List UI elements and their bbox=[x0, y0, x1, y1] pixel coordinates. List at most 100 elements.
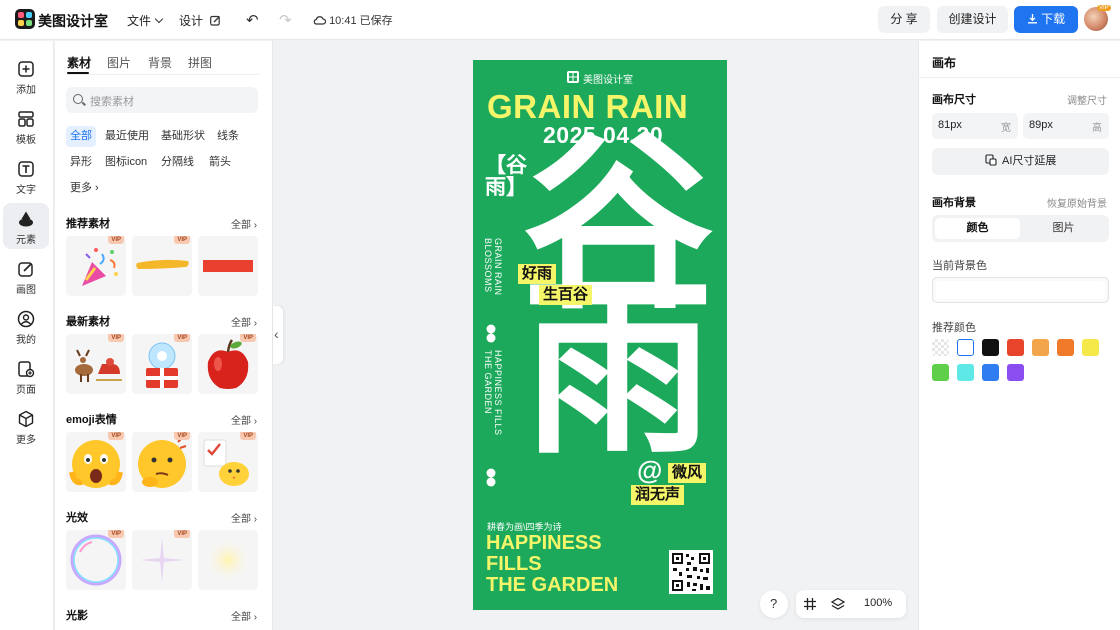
vip-badge: VIP bbox=[108, 530, 124, 538]
vip-badge: VIP bbox=[240, 334, 256, 342]
grid-icon[interactable] bbox=[803, 597, 817, 611]
save-status: 10:41 已保存 bbox=[313, 12, 393, 28]
undo-icon[interactable]: ↶ bbox=[246, 11, 259, 29]
vip-badge: VIP bbox=[108, 334, 124, 342]
tab-images[interactable]: 图片 bbox=[107, 54, 131, 71]
asset-shocked-emoji[interactable]: VIP bbox=[66, 432, 126, 492]
resize-link[interactable]: 调整尺寸 bbox=[1067, 92, 1107, 107]
asset-thinking-emoji[interactable]: VIP bbox=[132, 432, 192, 492]
asset-panel: 素材 图片 背景 拼图 搜索素材 全部 最近使用 基础形状 线条 异形 图标ic… bbox=[55, 41, 273, 630]
nav-more[interactable]: 更多 bbox=[3, 403, 49, 449]
recommend-colors-label: 推荐颜色 bbox=[932, 322, 976, 334]
bg-type-color[interactable]: 颜色 bbox=[935, 218, 1020, 239]
color-swatch[interactable] bbox=[957, 339, 974, 356]
section-all-link[interactable]: 全部 › bbox=[231, 510, 257, 525]
chip-lines[interactable]: 线条 bbox=[213, 126, 243, 147]
color-swatch[interactable] bbox=[982, 364, 999, 381]
tab-materials[interactable]: 素材 bbox=[67, 54, 91, 71]
asset-reindeer-sleigh[interactable]: VIP bbox=[66, 334, 126, 394]
poster-tag-grain: 生百谷 bbox=[539, 285, 593, 305]
section-title: emoji表情 bbox=[66, 414, 117, 426]
asset-snowglobe-gift[interactable]: VIP bbox=[132, 334, 192, 394]
search-input[interactable]: 搜索素材 bbox=[66, 87, 258, 113]
zoom-level[interactable]: 100% bbox=[864, 597, 892, 609]
asset-party-popper[interactable]: VIP bbox=[66, 236, 126, 296]
section-title: 光影 bbox=[66, 610, 88, 622]
help-button[interactable]: ? bbox=[760, 590, 788, 618]
asset-light-sparkle[interactable]: VIP bbox=[132, 530, 192, 590]
asset-yellow-brush[interactable]: VIP bbox=[132, 236, 192, 296]
nav-page[interactable]: 页面 bbox=[3, 353, 49, 399]
current-bg-swatch[interactable] bbox=[932, 277, 1109, 303]
current-bg-label: 当前背景色 bbox=[932, 260, 987, 272]
design-canvas[interactable]: 美图设计室 GRAIN RAIN 2025.04.20 【谷雨】 GRAIN R… bbox=[473, 60, 727, 610]
apple-icon bbox=[207, 339, 249, 389]
redo-icon[interactable]: ↷ bbox=[279, 11, 292, 29]
collapse-panel-button[interactable] bbox=[273, 306, 283, 364]
brush-stroke-icon bbox=[136, 259, 189, 269]
nav-add[interactable]: 添加 bbox=[3, 53, 49, 99]
section-all-link[interactable]: 全部 › bbox=[231, 608, 257, 623]
app-logo-icon[interactable] bbox=[15, 9, 35, 29]
search-icon bbox=[73, 94, 83, 104]
section-all-link[interactable]: 全部 › bbox=[231, 412, 257, 427]
color-swatch[interactable] bbox=[982, 339, 999, 356]
page-add-icon bbox=[18, 361, 35, 378]
chip-dividers[interactable]: 分隔线 bbox=[157, 152, 198, 173]
bubble-ring-icon bbox=[70, 534, 122, 586]
asset-checklist-chick[interactable]: VIP bbox=[198, 432, 258, 492]
color-swatch[interactable] bbox=[932, 339, 949, 356]
poster-at-symbol: @ bbox=[637, 455, 663, 485]
nav-text[interactable]: 文字 bbox=[3, 153, 49, 199]
chip-arrows[interactable]: 箭头 bbox=[205, 152, 235, 173]
chip-basic-shapes[interactable]: 基础形状 bbox=[157, 126, 209, 147]
share-button[interactable]: 分 享 bbox=[878, 6, 930, 33]
restore-bg-link[interactable]: 恢复原始背景 bbox=[1047, 195, 1107, 210]
tab-backgrounds[interactable]: 背景 bbox=[148, 54, 172, 71]
design-menu[interactable]: 设计 bbox=[179, 12, 221, 29]
tab-collage[interactable]: 拼图 bbox=[188, 54, 212, 71]
color-swatch[interactable] bbox=[932, 364, 949, 381]
color-swatch[interactable] bbox=[957, 364, 974, 381]
chip-icons[interactable]: 图标icon bbox=[101, 152, 151, 173]
width-field[interactable]: 81px 宽 bbox=[932, 113, 1018, 139]
asset-bubble-ring[interactable]: VIP bbox=[66, 530, 126, 590]
nav-mine[interactable]: 我的 bbox=[3, 303, 49, 349]
search-placeholder: 搜索素材 bbox=[90, 96, 134, 108]
vip-badge: VIP bbox=[174, 334, 190, 342]
poster-brand: 美图设计室 bbox=[583, 75, 633, 86]
cloud-icon bbox=[313, 16, 327, 25]
file-menu[interactable]: 文件 bbox=[127, 12, 164, 29]
section-all-link[interactable]: 全部 › bbox=[231, 314, 257, 329]
color-swatch[interactable] bbox=[1082, 339, 1099, 356]
asset-red-bar[interactable] bbox=[198, 236, 258, 296]
qr-code-icon bbox=[669, 550, 713, 594]
chip-special-shapes[interactable]: 异形 bbox=[66, 152, 96, 173]
section-all-link[interactable]: 全部 › bbox=[231, 216, 257, 231]
height-field[interactable]: 89px 高 bbox=[1023, 113, 1109, 139]
nav-template[interactable]: 模板 bbox=[3, 103, 49, 149]
layers-icon[interactable] bbox=[831, 597, 845, 611]
ai-resize-button[interactable]: AI尺寸延展 bbox=[932, 148, 1109, 175]
shocked-emoji-icon bbox=[69, 440, 123, 488]
nav-elements[interactable]: 元素 bbox=[3, 203, 49, 249]
color-swatch[interactable] bbox=[1057, 339, 1074, 356]
color-swatch[interactable] bbox=[1007, 364, 1024, 381]
chip-all[interactable]: 全部 bbox=[66, 126, 96, 147]
vip-badge: VIP bbox=[108, 432, 124, 440]
chip-recent[interactable]: 最近使用 bbox=[101, 126, 153, 147]
text-icon bbox=[18, 161, 34, 177]
chip-more[interactable]: 更多 › bbox=[66, 178, 103, 199]
asset-soft-glow[interactable] bbox=[198, 530, 258, 590]
asset-red-apple[interactable]: VIP bbox=[198, 334, 258, 394]
sparkle-icon bbox=[140, 538, 184, 582]
poster-dot-icon bbox=[486, 468, 496, 487]
active-tab-indicator bbox=[67, 72, 89, 74]
nav-draw[interactable]: 画图 bbox=[3, 253, 49, 299]
color-swatch[interactable] bbox=[1007, 339, 1024, 356]
bg-type-image[interactable]: 图片 bbox=[1021, 218, 1106, 239]
create-design-button[interactable]: 创建设计 bbox=[937, 6, 1008, 33]
top-bar: 美图设计室 文件 设计 ↶ ↷ 10:41 已保存 分 享 创建设计 下载 VI… bbox=[0, 0, 1120, 40]
download-button[interactable]: 下载 bbox=[1014, 6, 1078, 33]
color-swatch[interactable] bbox=[1032, 339, 1049, 356]
